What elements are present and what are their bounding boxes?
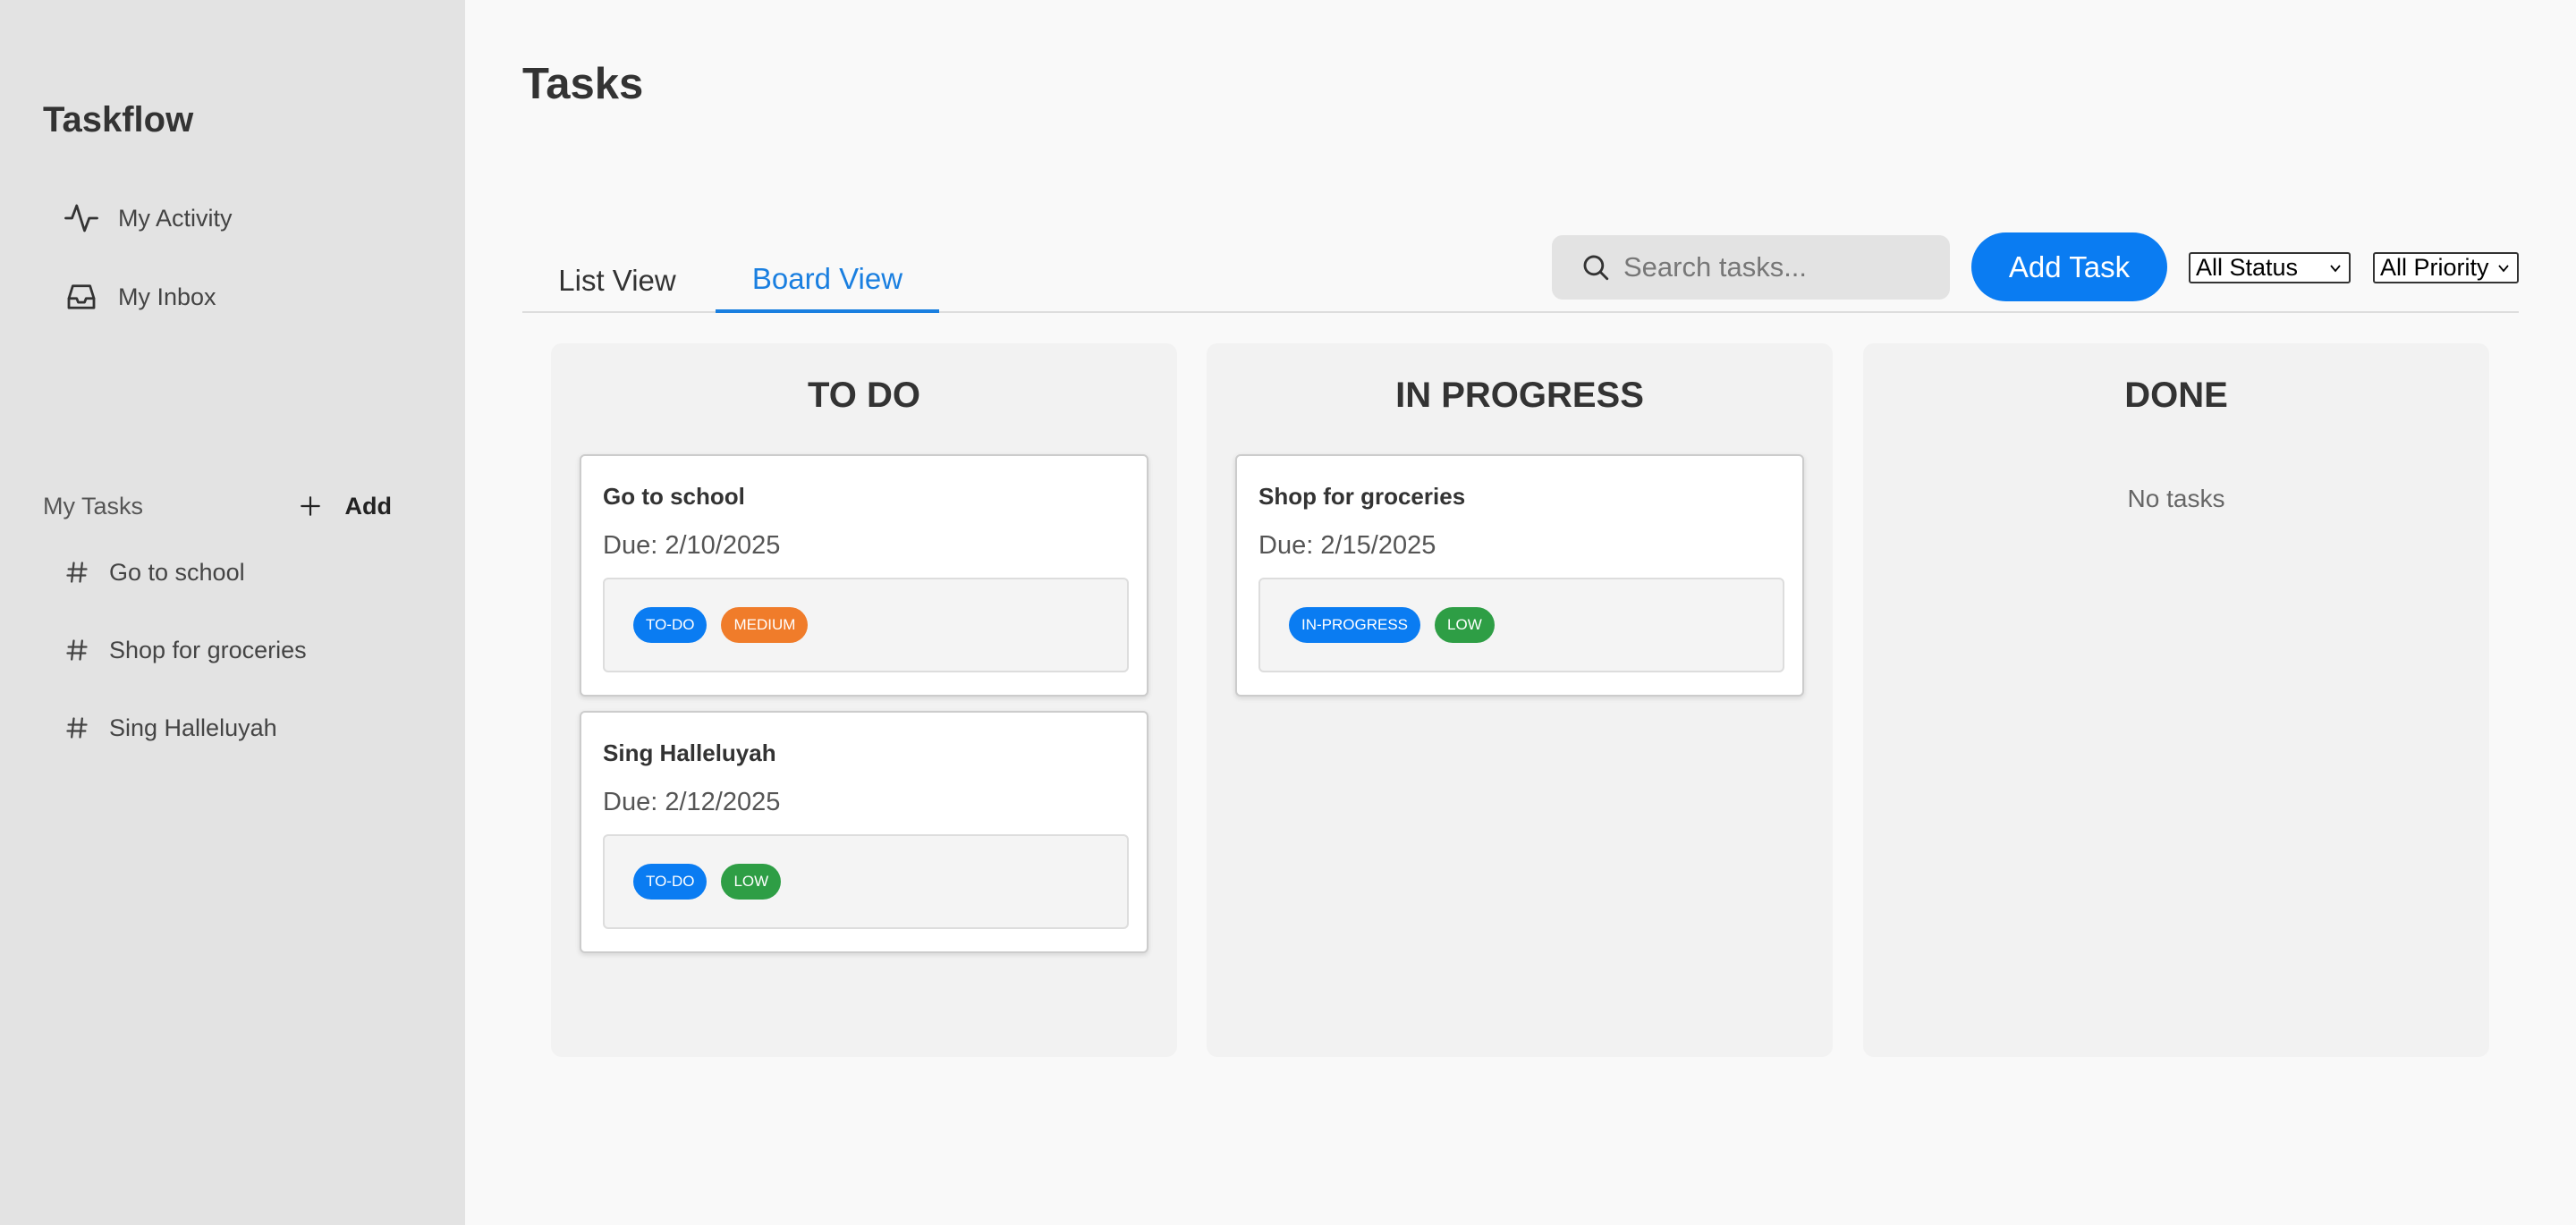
add-task-sidebar-button[interactable]: Add xyxy=(299,488,392,524)
status-filter-select[interactable]: All Status xyxy=(2189,252,2351,283)
card-tags: IN-PROGRESS LOW xyxy=(1258,578,1784,672)
sidebar-task-label: Sing Halleluyah xyxy=(109,714,277,741)
sidebar-task-label: Shop for groceries xyxy=(109,636,307,663)
card-due-date: Due: 2/15/2025 xyxy=(1258,531,1436,560)
app-brand: Taskflow xyxy=(43,100,194,139)
sidebar-task-sing-halleluyah[interactable]: Sing Halleluyah xyxy=(64,708,277,748)
column-in-progress: IN PROGRESS Shop for groceries Due: 2/15… xyxy=(1207,343,1833,1057)
status-badge: TO-DO xyxy=(633,864,708,900)
activity-icon xyxy=(64,204,98,232)
sidebar-task-label: Go to school xyxy=(109,558,245,586)
inbox-icon xyxy=(67,284,96,309)
task-card[interactable]: Go to school Due: 2/10/2025 TO-DO MEDIUM xyxy=(580,454,1148,697)
chevron-down-icon xyxy=(2498,265,2509,273)
card-due-date: Due: 2/12/2025 xyxy=(603,788,781,816)
add-label: Add xyxy=(344,492,392,520)
nav-my-inbox[interactable]: My Inbox xyxy=(63,274,216,320)
priority-badge: LOW xyxy=(721,864,782,900)
priority-filter-select[interactable]: All Priority xyxy=(2373,252,2519,283)
card-title: Sing Halleluyah xyxy=(603,739,776,766)
card-due-date: Due: 2/10/2025 xyxy=(603,531,781,560)
nav-my-activity[interactable]: My Activity xyxy=(63,195,233,241)
search-icon xyxy=(1583,255,1609,281)
plus-icon xyxy=(300,496,320,516)
my-tasks-header: My Tasks Add xyxy=(43,488,401,524)
search-input[interactable] xyxy=(1623,251,1945,283)
chevron-down-icon xyxy=(2330,265,2341,273)
column-to-do: TO DO Go to school Due: 2/10/2025 TO-DO … xyxy=(551,343,1177,1057)
column-title: DONE xyxy=(2124,376,2228,415)
priority-badge: MEDIUM xyxy=(721,607,809,643)
sidebar-task-shop-for-groceries[interactable]: Shop for groceries xyxy=(64,630,307,670)
card-tags: TO-DO MEDIUM xyxy=(603,578,1129,672)
nav-my-activity-label: My Activity xyxy=(118,204,233,232)
hash-icon xyxy=(66,717,88,739)
card-tags: TO-DO LOW xyxy=(603,834,1129,929)
add-task-button[interactable]: Add Task xyxy=(1971,232,2167,301)
empty-column-message: No tasks xyxy=(2127,485,2225,512)
column-done: DONE No tasks xyxy=(1863,343,2489,1057)
search-box xyxy=(1552,235,1950,300)
task-card[interactable]: Sing Halleluyah Due: 2/12/2025 TO-DO LOW xyxy=(580,711,1148,953)
hash-icon xyxy=(66,639,88,661)
nav-my-inbox-label: My Inbox xyxy=(118,283,216,310)
card-title: Go to school xyxy=(603,483,745,510)
tab-list-view[interactable]: List View xyxy=(522,249,712,313)
column-title: IN PROGRESS xyxy=(1395,376,1644,415)
page-title: Tasks xyxy=(522,60,644,108)
my-tasks-label: My Tasks xyxy=(43,492,144,520)
sidebar-task-go-to-school[interactable]: Go to school xyxy=(64,553,245,592)
tab-board-view[interactable]: Board View xyxy=(716,249,939,313)
status-filter-value: All Status xyxy=(2196,254,2299,281)
card-title: Shop for groceries xyxy=(1258,483,1466,510)
priority-badge: LOW xyxy=(1435,607,1495,643)
status-badge: TO-DO xyxy=(633,607,708,643)
status-badge: IN-PROGRESS xyxy=(1289,607,1421,643)
sidebar: Taskflow My Activity My Inbox My Tasks A… xyxy=(0,0,465,1225)
hash-icon xyxy=(66,562,88,583)
column-title: TO DO xyxy=(808,376,920,415)
task-card[interactable]: Shop for groceries Due: 2/15/2025 IN-PRO… xyxy=(1235,454,1804,697)
priority-filter-value: All Priority xyxy=(2380,254,2489,281)
